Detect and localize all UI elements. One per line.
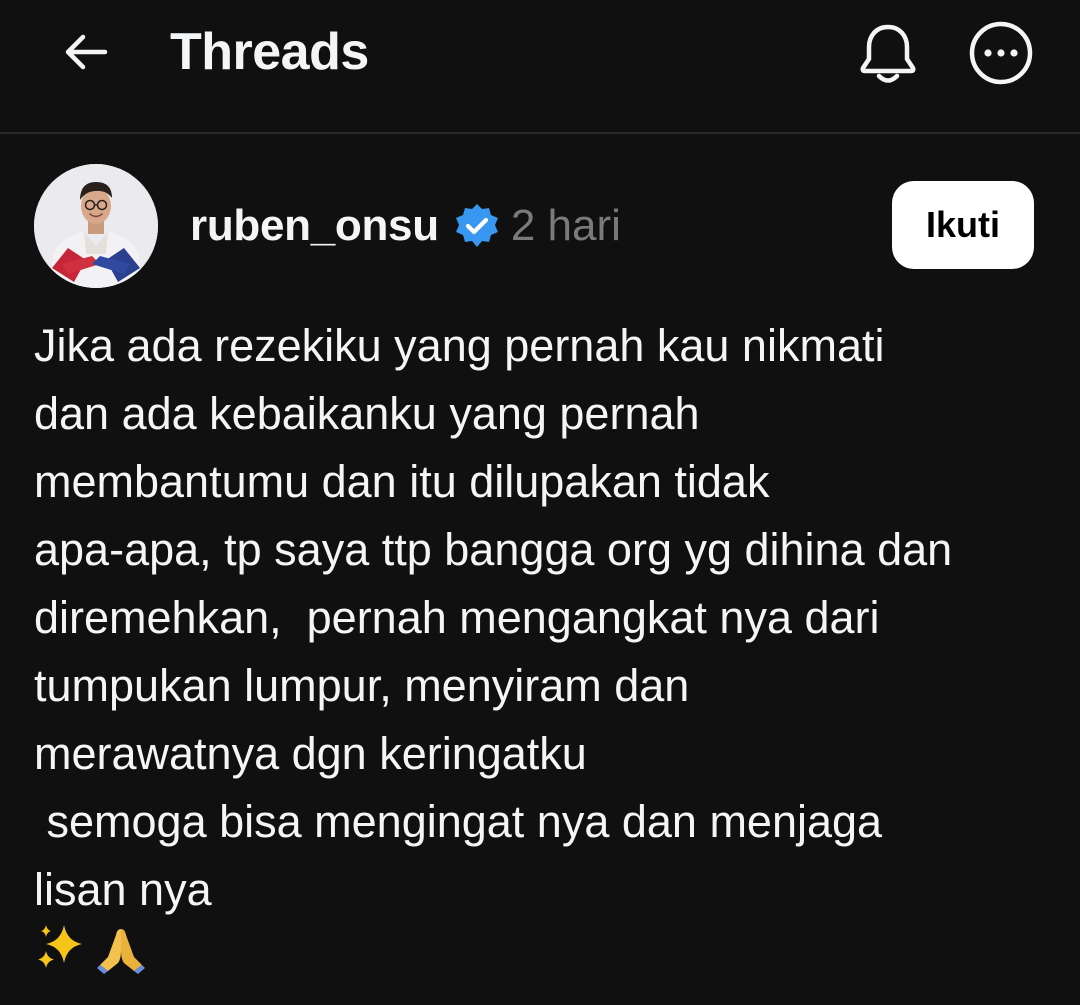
profile-photo <box>34 164 158 288</box>
notifications-button[interactable] <box>852 20 924 92</box>
username[interactable]: ruben_onsu <box>190 201 439 251</box>
post-line: diremehkan, pernah mengangkat nya dari <box>34 592 880 643</box>
emoji-line <box>34 924 1044 992</box>
top-bar: Threads <box>0 0 1080 134</box>
post-line: membantumu dan itu dilupakan tidak <box>34 456 770 507</box>
folded-hands-emoji <box>94 921 148 995</box>
bell-icon <box>856 21 920 92</box>
post-line: tumpukan lumpur, menyiram dan <box>34 660 690 711</box>
more-options-button[interactable] <box>964 18 1038 92</box>
more-horizontal-circle-icon <box>968 20 1034 91</box>
sparkles-emoji <box>34 921 88 995</box>
post-line: semoga bisa mengingat nya dan menjaga <box>34 796 883 847</box>
post-line: dan ada kebaikanku yang pernah <box>34 388 700 439</box>
post-line: merawatnya dgn keringatku <box>34 728 587 779</box>
post-line: lisan nya <box>34 864 212 915</box>
post-text: Jika ada rezekiku yang pernah kau nikmat… <box>34 312 1044 992</box>
avatar[interactable] <box>34 164 158 288</box>
page-title: Threads <box>170 23 369 81</box>
post-line: Jika ada rezekiku yang pernah kau nikmat… <box>34 320 885 371</box>
follow-button[interactable]: Ikuti <box>892 181 1034 269</box>
back-button[interactable] <box>58 26 114 82</box>
arrow-left-icon <box>61 27 111 82</box>
post-timestamp: 2 hari <box>510 201 621 250</box>
post-line: apa-apa, tp saya ttp bangga org yg dihin… <box>34 524 953 575</box>
author-info: ruben_onsu 2 hari <box>190 196 621 256</box>
verified-badge-icon <box>453 202 501 250</box>
